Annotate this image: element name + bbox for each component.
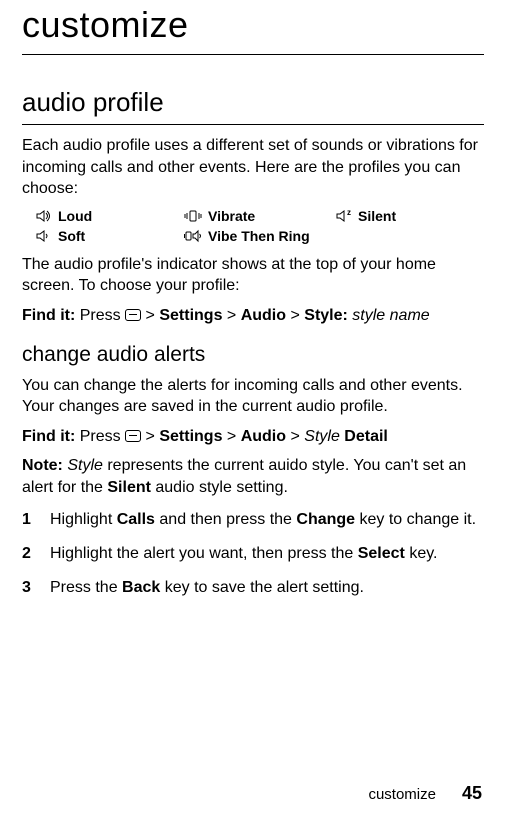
steps-list: 1Highlight Calls and then press the Chan… — [22, 509, 484, 600]
svg-text:z: z — [347, 209, 351, 217]
subsection-body: You can change the alerts for incoming c… — [22, 375, 484, 418]
step-1: 1Highlight Calls and then press the Chan… — [22, 509, 484, 531]
subsection-heading: change audio alerts — [22, 343, 484, 367]
profile-label: Vibrate — [208, 208, 255, 224]
title-rule — [22, 54, 484, 55]
silent-icon: z — [334, 209, 352, 223]
vibe-ring-icon — [184, 229, 202, 243]
find-it-label: Find it: — [22, 428, 75, 445]
profile-grid: Loud Vibrate z Silent Soft Vibe Then Rin… — [34, 208, 484, 244]
profile-silent: z Silent — [334, 208, 484, 224]
loud-icon — [34, 209, 52, 223]
profile-vibrate: Vibrate — [184, 208, 334, 224]
page-title: customize — [22, 0, 484, 46]
menu-key-icon — [125, 309, 141, 321]
step-2: 2Highlight the alert you want, then pres… — [22, 543, 484, 565]
section-intro: Each audio profile uses a different set … — [22, 135, 484, 200]
profile-label: Soft — [58, 228, 85, 244]
profile-loud: Loud — [34, 208, 184, 224]
footer-section: customize — [368, 786, 436, 803]
profile-soft: Soft — [34, 228, 184, 244]
find-it-1: Find it: Press > Settings > Audio > Styl… — [22, 305, 484, 327]
profile-vibe-then-ring: Vibe Then Ring — [184, 228, 334, 244]
footer-page-number: 45 — [462, 783, 482, 804]
menu-key-icon — [125, 430, 141, 442]
vibrate-icon — [184, 209, 202, 223]
profile-label: Loud — [58, 208, 92, 224]
find-it-label: Find it: — [22, 307, 75, 324]
page-root: customize audio profile Each audio profi… — [0, 0, 506, 818]
section-heading: audio profile — [22, 87, 484, 118]
soft-icon — [34, 229, 52, 243]
step-3: 3Press the Back key to save the alert se… — [22, 577, 484, 599]
profile-label: Vibe Then Ring — [208, 228, 310, 244]
find-it-2: Find it: Press > Settings > Audio > Styl… — [22, 426, 484, 448]
profile-label: Silent — [358, 208, 396, 224]
section-rule — [22, 124, 484, 125]
note-label: Note: — [22, 457, 63, 474]
page-footer: customize 45 — [368, 783, 482, 804]
note-paragraph: Note: Style represents the current auido… — [22, 455, 484, 498]
after-profiles-text: The audio profile's indicator shows at t… — [22, 254, 484, 297]
